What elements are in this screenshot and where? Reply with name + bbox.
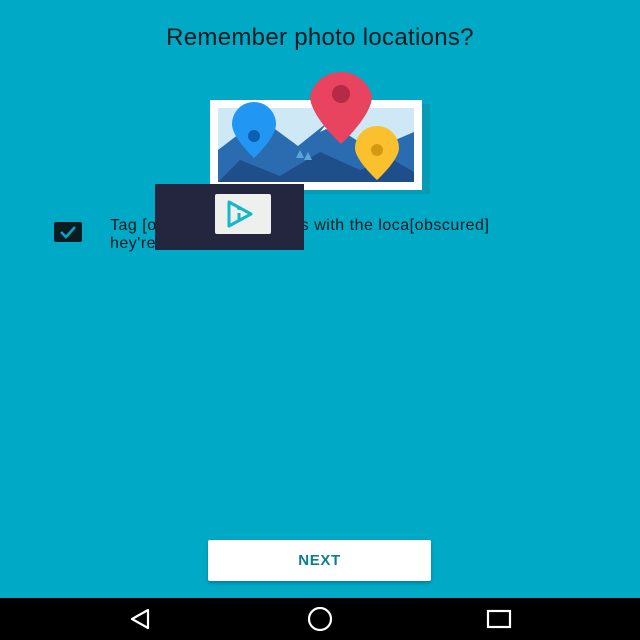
- logo-tile: [215, 194, 271, 234]
- recents-button[interactable]: [469, 598, 529, 640]
- back-button[interactable]: [110, 598, 170, 640]
- photo-location-illustration: [200, 71, 440, 202]
- next-button[interactable]: NEXT: [208, 540, 431, 581]
- navigation-bar: [0, 598, 640, 640]
- home-button[interactable]: [290, 598, 350, 640]
- app-logo-overlay: [155, 184, 304, 250]
- back-triangle-icon: [130, 608, 150, 630]
- page-title: Remember photo locations?: [166, 24, 474, 51]
- setup-screen: Remember photo locations? Tag with the l…: [0, 0, 640, 598]
- home-circle-icon: [307, 607, 333, 631]
- tag-location-checkbox[interactable]: [54, 222, 82, 242]
- recents-square-icon: [486, 609, 512, 629]
